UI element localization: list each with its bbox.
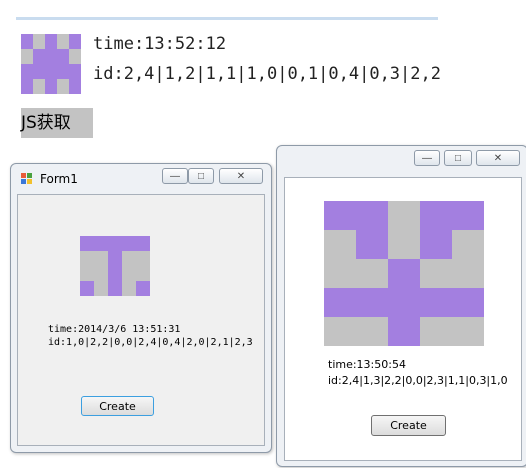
app-icon bbox=[21, 173, 33, 185]
form2-window: — □ ✕ time:13:50:54 id:2,4|1,3|2,2|0,0|2… bbox=[276, 145, 526, 467]
pattern-cell bbox=[33, 79, 45, 94]
pattern-cell bbox=[388, 259, 420, 288]
pattern-cell bbox=[452, 317, 484, 346]
pattern-cell bbox=[122, 281, 136, 296]
form2-create-button[interactable]: Create bbox=[371, 415, 446, 436]
pattern-cell bbox=[420, 201, 452, 230]
js-get-button[interactable]: JS获取 bbox=[21, 108, 93, 138]
form1-time-text: time:2014/3/6 13:51:31 bbox=[48, 324, 181, 335]
pattern-cell bbox=[94, 281, 108, 296]
form1-create-button[interactable]: Create bbox=[81, 396, 154, 416]
pattern-cell bbox=[420, 259, 452, 288]
form1-id-text: id:1,0|2,2|0,0|2,4|0,4|2,0|2,1|2,3 bbox=[48, 337, 253, 348]
pattern-cell bbox=[388, 288, 420, 317]
pattern-cell bbox=[122, 251, 136, 266]
pattern-cell bbox=[80, 281, 94, 296]
pattern-cell bbox=[57, 49, 69, 64]
pattern-cell bbox=[122, 236, 136, 251]
pattern-cell bbox=[69, 34, 81, 49]
pattern-cell bbox=[21, 34, 33, 49]
form2-client-area: time:13:50:54 id:2,4|1,3|2,2|0,0|2,3|1,1… bbox=[284, 177, 522, 461]
pattern-cell bbox=[452, 288, 484, 317]
pattern-cell bbox=[45, 79, 57, 94]
pattern-cell bbox=[356, 288, 388, 317]
pattern-cell bbox=[420, 288, 452, 317]
form2-id-text: id:2,4|1,3|2,2|0,0|2,3|1,1|0,3|1,0 bbox=[328, 374, 508, 387]
pattern-cell bbox=[69, 79, 81, 94]
pattern-cell bbox=[45, 34, 57, 49]
pattern-cell bbox=[136, 236, 150, 251]
pattern-cell bbox=[108, 236, 122, 251]
pattern-cell bbox=[324, 201, 356, 230]
close-button[interactable]: ✕ bbox=[219, 168, 263, 184]
pattern-cell bbox=[388, 230, 420, 259]
pattern-cell bbox=[80, 266, 94, 281]
pattern-cell bbox=[324, 317, 356, 346]
pattern-cell bbox=[420, 230, 452, 259]
pattern-cell bbox=[45, 49, 57, 64]
form1-title: Form1 bbox=[40, 172, 78, 186]
pattern-cell bbox=[356, 259, 388, 288]
pattern-cell bbox=[136, 266, 150, 281]
form2-maximize-button[interactable]: □ bbox=[444, 150, 472, 166]
pattern-cell bbox=[388, 201, 420, 230]
pattern-cell bbox=[80, 236, 94, 251]
pattern-cell bbox=[94, 266, 108, 281]
pattern-cell bbox=[21, 64, 33, 79]
pattern-cell bbox=[136, 251, 150, 266]
form1-pattern-grid bbox=[80, 236, 150, 296]
pattern-cell bbox=[33, 34, 45, 49]
maximize-button[interactable]: □ bbox=[188, 168, 214, 184]
pattern-cell bbox=[122, 266, 136, 281]
pattern-cell bbox=[33, 49, 45, 64]
pattern-cell bbox=[108, 281, 122, 296]
form1-client-area: time:2014/3/6 13:51:31 id:1,0|2,2|0,0|2,… bbox=[17, 194, 265, 446]
web-id-text: id:2,4|1,2|1,1|1,0|0,1|0,4|0,3|2,2 bbox=[93, 64, 441, 84]
pattern-cell bbox=[57, 64, 69, 79]
web-pattern-grid bbox=[21, 34, 81, 94]
pattern-cell bbox=[57, 79, 69, 94]
form2-minimize-button[interactable]: — bbox=[414, 150, 440, 166]
form2-close-button[interactable]: ✕ bbox=[476, 150, 520, 166]
pattern-cell bbox=[356, 230, 388, 259]
pattern-cell bbox=[33, 64, 45, 79]
pattern-cell bbox=[21, 79, 33, 94]
form2-pattern-grid bbox=[324, 201, 484, 346]
pattern-cell bbox=[452, 201, 484, 230]
pattern-cell bbox=[108, 251, 122, 266]
pattern-cell bbox=[45, 64, 57, 79]
pattern-cell bbox=[21, 49, 33, 64]
web-time-text: time:13:52:12 bbox=[93, 34, 227, 54]
pattern-cell bbox=[69, 49, 81, 64]
pattern-cell bbox=[388, 317, 420, 346]
pattern-cell bbox=[452, 259, 484, 288]
form2-time-text: time:13:50:54 bbox=[328, 358, 406, 371]
pattern-cell bbox=[94, 251, 108, 266]
pattern-cell bbox=[324, 230, 356, 259]
pattern-cell bbox=[420, 317, 452, 346]
pattern-cell bbox=[94, 236, 108, 251]
pattern-cell bbox=[69, 64, 81, 79]
pattern-cell bbox=[356, 201, 388, 230]
pattern-cell bbox=[356, 317, 388, 346]
pattern-cell bbox=[108, 266, 122, 281]
pattern-cell bbox=[80, 251, 94, 266]
pattern-cell bbox=[452, 230, 484, 259]
form1-window: Form1 — □ ✕ time:2014/3/6 13:51:31 id:1,… bbox=[10, 163, 272, 453]
pattern-cell bbox=[324, 288, 356, 317]
pattern-cell bbox=[136, 281, 150, 296]
minimize-button[interactable]: — bbox=[162, 168, 188, 184]
pattern-cell bbox=[324, 259, 356, 288]
pattern-cell bbox=[57, 34, 69, 49]
